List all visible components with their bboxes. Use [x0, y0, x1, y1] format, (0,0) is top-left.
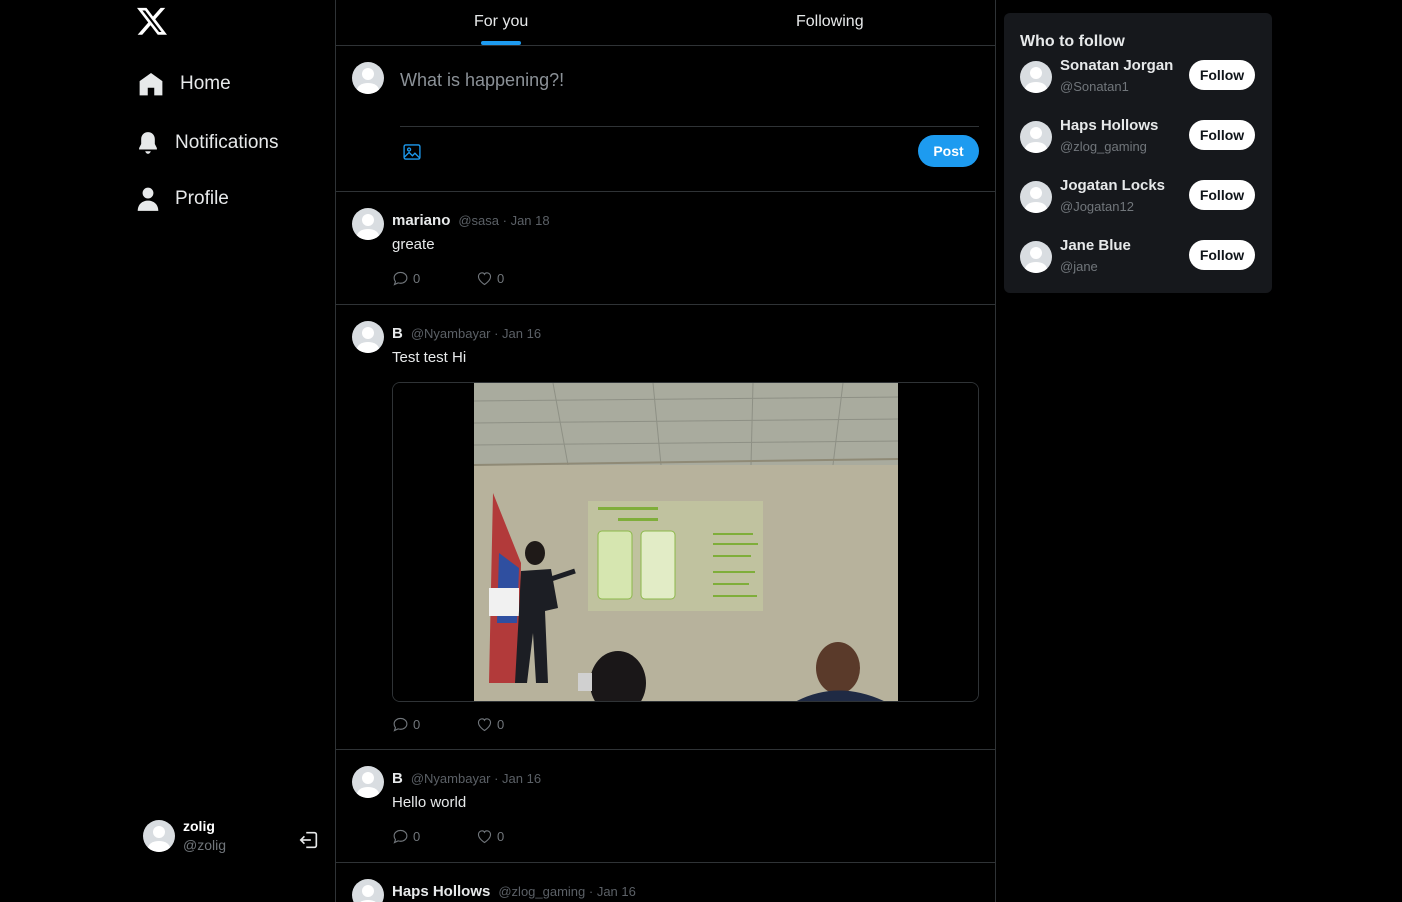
tab-for-you[interactable]: For you	[474, 13, 528, 31]
logout-icon[interactable]	[298, 829, 320, 851]
post-meta: @Nyambayar · Jan 16	[410, 326, 542, 341]
like-button[interactable]: 0	[476, 828, 560, 845]
home-icon	[139, 72, 163, 96]
follow-button[interactable]: Follow	[1189, 60, 1255, 90]
post-header: mariano @sasa · Jan 18	[392, 212, 550, 229]
post-author-name[interactable]: mariano	[392, 212, 450, 229]
suggested-user[interactable]: Sonatan Jorgan @Sonatan1 Follow	[1020, 57, 1256, 97]
post-author-name[interactable]: B	[392, 325, 403, 342]
post-text: Test test Hi	[392, 349, 467, 366]
avatar	[143, 819, 175, 852]
post-meta: @Nyambayar · Jan 16	[410, 771, 542, 786]
reply-count: 0	[413, 717, 421, 732]
avatar	[1020, 61, 1052, 93]
like-count: 0	[497, 829, 505, 844]
image-icon[interactable]	[402, 142, 422, 162]
nav-item-label: Profile	[175, 188, 229, 209]
like-button[interactable]: 0	[476, 270, 560, 287]
heart-icon	[477, 272, 492, 286]
like-count: 0	[497, 271, 505, 286]
avatar	[352, 766, 384, 798]
post-header: B @Nyambayar · Jan 16	[392, 770, 541, 787]
post-author-name[interactable]: Haps Hollows	[392, 883, 490, 900]
nav-item-notifications[interactable]: Notifications	[135, 130, 279, 156]
reply-count: 0	[413, 829, 421, 844]
post-header: Haps Hollows @zlog_gaming · Jan 16	[392, 883, 636, 900]
post-meta: @zlog_gaming · Jan 16	[498, 884, 636, 899]
reply-icon	[393, 829, 408, 844]
post-text: greate	[392, 236, 435, 253]
account-switcher[interactable]: zolig @zolig	[143, 818, 323, 853]
like-count: 0	[497, 717, 505, 732]
suggested-user-handle: @zlog_gaming	[1060, 139, 1147, 154]
reply-icon	[393, 271, 408, 286]
presentation-photo	[393, 383, 978, 701]
post-text: Hello world	[392, 794, 467, 811]
who-to-follow-title: Who to follow	[1020, 33, 1125, 50]
suggested-user-handle: @jane	[1060, 259, 1098, 274]
post-item[interactable]: mariano @sasa · Jan 18 greate 0 0	[336, 192, 996, 305]
avatar	[1020, 241, 1052, 273]
nav-item-label: Home	[180, 73, 231, 94]
heart-icon	[477, 718, 492, 732]
bell-icon	[139, 132, 157, 154]
post-item[interactable]: B @Nyambayar · Jan 16 Hello world 0 0	[336, 750, 996, 863]
x-logo-icon[interactable]	[137, 6, 167, 36]
reply-icon	[393, 717, 408, 732]
reply-button[interactable]: 0	[392, 828, 476, 845]
left-sidebar: Home Notifications Profile zolig @zolig	[0, 0, 335, 902]
post-meta: @sasa · Jan 18	[458, 213, 550, 228]
suggested-user[interactable]: Jogatan Locks @Jogatan12 Follow	[1020, 177, 1256, 217]
post-image[interactable]	[392, 382, 979, 702]
main-timeline: For you Following Post mariano @sasa · J…	[335, 0, 996, 902]
follow-button[interactable]: Follow	[1189, 240, 1255, 270]
active-tab-indicator	[481, 41, 521, 45]
suggested-user-name: Sonatan Jorgan	[1060, 57, 1174, 74]
suggested-user-handle: @Sonatan1	[1060, 79, 1129, 94]
avatar	[1020, 181, 1052, 213]
post-actions: 0 0	[392, 828, 560, 845]
post-item[interactable]: Haps Hollows @zlog_gaming · Jan 16	[336, 863, 996, 902]
post-header: B @Nyambayar · Jan 16	[392, 325, 541, 342]
avatar	[352, 321, 384, 353]
reply-button[interactable]: 0	[392, 270, 476, 287]
nav-item-profile[interactable]: Profile	[135, 186, 229, 212]
avatar	[352, 208, 384, 240]
avatar	[1020, 121, 1052, 153]
suggested-user-handle: @Jogatan12	[1060, 199, 1134, 214]
account-name: zolig	[183, 818, 215, 834]
suggested-user[interactable]: Jane Blue @jane Follow	[1020, 237, 1256, 277]
suggested-user[interactable]: Haps Hollows @zlog_gaming Follow	[1020, 117, 1256, 157]
nav-item-label: Notifications	[175, 132, 279, 153]
user-icon	[137, 187, 159, 211]
avatar	[352, 879, 384, 902]
post-item[interactable]: B @Nyambayar · Jan 16 Test test Hi 0 0	[336, 305, 996, 750]
nav-item-home[interactable]: Home	[138, 71, 231, 97]
post-button[interactable]: Post	[918, 135, 979, 167]
post-actions: 0 0	[392, 716, 560, 733]
like-button[interactable]: 0	[476, 716, 560, 733]
who-to-follow-panel: Who to follow Sonatan Jorgan @Sonatan1 F…	[1004, 13, 1272, 293]
suggested-user-name: Jane Blue	[1060, 237, 1131, 254]
follow-button[interactable]: Follow	[1189, 120, 1255, 150]
follow-button[interactable]: Follow	[1189, 180, 1255, 210]
tab-following[interactable]: Following	[796, 13, 864, 31]
heart-icon	[477, 830, 492, 844]
reply-count: 0	[413, 271, 421, 286]
compose-input[interactable]	[400, 66, 960, 94]
post-author-name[interactable]: B	[392, 770, 403, 787]
post-actions: 0 0	[392, 270, 560, 287]
reply-button[interactable]: 0	[392, 716, 476, 733]
avatar	[352, 62, 384, 94]
app-root: Home Notifications Profile zolig @zolig …	[0, 0, 1402, 902]
account-handle: @zolig	[183, 837, 227, 853]
suggested-user-name: Haps Hollows	[1060, 117, 1159, 134]
composer-divider	[400, 126, 979, 127]
post-composer: Post	[336, 46, 996, 192]
suggested-user-name: Jogatan Locks	[1060, 177, 1166, 194]
timeline-tabs: For you Following	[336, 0, 996, 46]
